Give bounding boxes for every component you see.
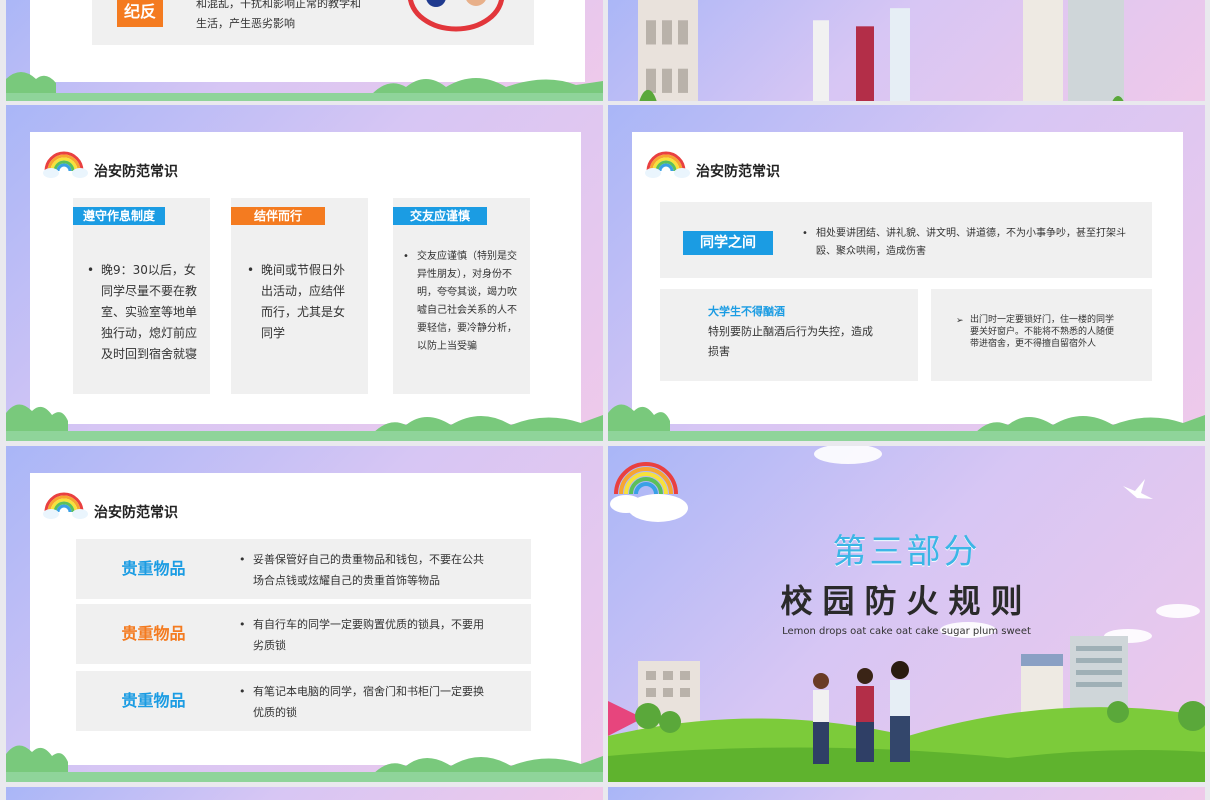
grass-hills-decoration <box>6 72 603 101</box>
card-tag: 遵守作息制度 <box>73 207 165 225</box>
grass-hills-decoration <box>608 404 1205 441</box>
page-title: 治安防范常识 <box>94 164 178 180</box>
body-text: 特别要防止酗酒后行为失控，造成损害 <box>708 325 873 358</box>
row-label: 贵重物品 <box>121 559 186 578</box>
section-heading: 大学生不得酗酒 <box>708 305 785 318</box>
slide-thumbnail-3[interactable]: 治安防范常识 遵守作息制度 晚9：30以后，女同学尽量不要在教室、实验室等地单独… <box>6 105 603 441</box>
page-title: 治安防范常识 <box>696 164 780 180</box>
section-title: 校园防火规则 <box>780 582 1033 620</box>
card-text: 交友应谨慎（特别是交异性朋友），对身份不明，夸夸其谈，竭力吹嘘自己社会关系的人不… <box>403 248 521 356</box>
card-text: 晚9：30以后，女同学尽量不要在教室、实验室等地单独行动，熄灯前应及时回到宿舍就… <box>87 260 197 365</box>
row-label: 贵重物品 <box>121 624 186 643</box>
body-text: 出门时一定要锁好门，住一楼的同学要关好窗户。不能将不熟悉的人随便带进宿舍，更不得… <box>970 315 1115 349</box>
rainbow-icon <box>43 151 88 178</box>
slide-grid: 纪反 和混乱，干扰和影响正常的教学和 生活，产生恶劣影响 治安防范常识 遵守作息… <box>0 0 1210 800</box>
body-line: 和混乱，干扰和影响正常的教学和 <box>196 0 361 10</box>
rainbow-cloud-decoration <box>610 462 688 522</box>
section-number: 第三部分 <box>832 532 981 572</box>
grass-hills-decoration <box>6 404 603 441</box>
row-text: 有自行车的同学一定要购置优质的锁具，不要用劣质锁 <box>239 614 493 656</box>
body-text: 和混乱，干扰和影响正常的教学和 生活，产生恶劣影响 <box>196 0 386 34</box>
category-tag: 纪反 <box>117 0 163 27</box>
rainbow-icon <box>43 492 88 519</box>
slide-thumbnail-8[interactable] <box>608 787 1205 800</box>
rainbow-icon <box>645 151 690 178</box>
slide-title-row: 治安防范常识 <box>644 145 780 181</box>
tip-card: 遵守作息制度 晚9：30以后，女同学尽量不要在教室、实验室等地单独行动，熄灯前应… <box>73 198 210 394</box>
slide-title-row: 治安防范常识 <box>42 486 178 522</box>
body-text: 相处要讲团结、讲礼貌、讲文明、讲道德，不为小事争吵，甚至打架斗殴、聚众哄闹，造成… <box>802 225 1126 261</box>
grass-hills-decoration <box>6 745 603 782</box>
students-illustration <box>813 8 910 101</box>
row-text: 妥善保管好自己的贵重物品和钱包，不要在公共场合点钱或炫耀自己的贵重首饰等物品 <box>239 549 493 591</box>
tip-card: 交友应谨慎 交友应谨慎（特别是交异性朋友），对身份不明，夸夸其谈，竭力吹嘘自己社… <box>393 198 530 394</box>
section-tag: 同学之间 <box>683 231 773 255</box>
slide-thumbnail-5[interactable]: 治安防范常识 贵重物品 妥善保管好自己的贵重物品和钱包，不要在公共场合点钱或炫耀… <box>6 446 603 782</box>
card-text: 晚间或节假日外出活动，应结伴而行，尤其是女同学 <box>247 260 351 344</box>
slide-thumbnail-1[interactable]: 纪反 和混乱，干扰和影响正常的教学和 生活，产生恶劣影响 <box>6 0 603 101</box>
campus-scene-illustration <box>638 0 1124 101</box>
row-label: 贵重物品 <box>121 691 186 710</box>
valuables-row: 贵重物品 妥善保管好自己的贵重物品和钱包，不要在公共场合点钱或炫耀自己的贵重首饰… <box>76 539 531 599</box>
slide-thumbnail-2[interactable] <box>608 0 1205 101</box>
arrow-bullet-icon: ➢ <box>956 316 964 326</box>
row-text: 有笔记本电脑的同学，宿舍门和书柜门一定要换优质的锁 <box>239 681 493 723</box>
slide-thumbnail-4[interactable]: 治安防范常识 同学之间 相处要讲团结、讲礼貌、讲文明、讲道德，不为小事争吵，甚至… <box>608 105 1205 441</box>
card-tag: 结伴而行 <box>231 207 325 225</box>
section-subtitle: Lemon drops oat cake oat cake sugar plum… <box>782 626 1031 637</box>
dove-icon <box>1123 479 1153 499</box>
body-line: 生活，产生恶劣影响 <box>196 17 295 30</box>
tip-card: 结伴而行 晚间或节假日外出活动，应结伴而行，尤其是女同学 <box>231 198 368 394</box>
slide-title-row: 治安防范常识 <box>42 145 178 181</box>
valuables-row: 贵重物品 有自行车的同学一定要购置优质的锁具，不要用劣质锁 <box>76 604 531 664</box>
card-tag: 交友应谨慎 <box>393 207 487 225</box>
students-illustration <box>813 661 910 764</box>
valuables-row: 贵重物品 有笔记本电脑的同学，宿舍门和书柜门一定要换优质的锁 <box>76 671 531 731</box>
slide-thumbnail-6[interactable]: 第三部分 校园防火规则 Lemon drops oat cake oat cak… <box>608 446 1205 782</box>
no-fighting-illustration <box>407 0 505 32</box>
slide-thumbnail-7[interactable] <box>6 787 603 800</box>
page-title: 治安防范常识 <box>94 505 178 521</box>
